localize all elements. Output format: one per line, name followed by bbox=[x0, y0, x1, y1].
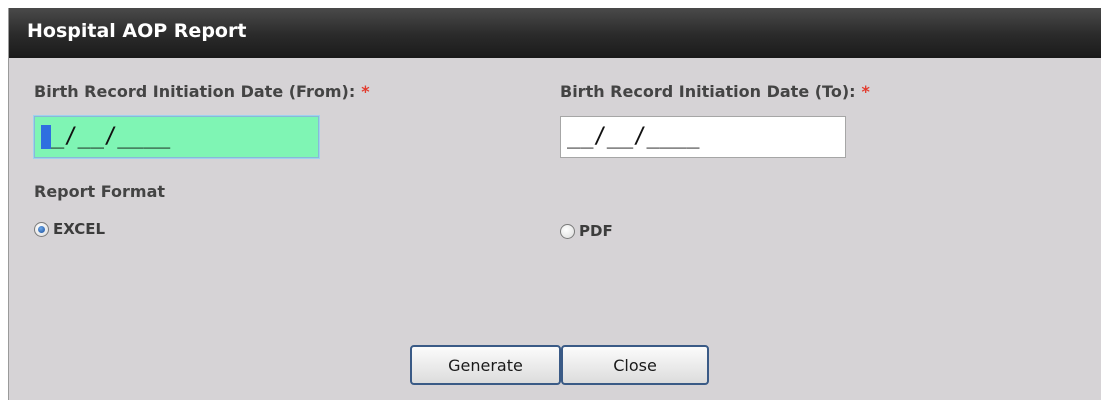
generate-button[interactable]: Generate bbox=[410, 345, 561, 385]
close-button[interactable]: Close bbox=[561, 345, 709, 385]
radio-pdf-label: PDF bbox=[579, 222, 613, 240]
to-date-required-star: * bbox=[861, 82, 870, 101]
title-bar: Hospital AOP Report bbox=[9, 8, 1101, 58]
radio-pdf-option[interactable]: PDF bbox=[560, 222, 613, 240]
radio-selected-dot bbox=[38, 225, 45, 233]
from-date-mask: _/__/____ bbox=[51, 124, 171, 149]
from-date-label-text: Birth Record Initiation Date (From): bbox=[34, 82, 356, 101]
radio-pdf[interactable] bbox=[560, 223, 575, 239]
report-dialog: Hospital AOP Report Birth Record Initiat… bbox=[8, 8, 1101, 400]
to-date-input[interactable]: __/__/____ bbox=[560, 116, 846, 158]
report-format-label: Report Format bbox=[34, 182, 166, 201]
radio-excel-label: EXCEL bbox=[53, 220, 106, 238]
to-date-label: Birth Record Initiation Date (To): * bbox=[560, 82, 870, 101]
to-date-mask: __/__/____ bbox=[567, 124, 700, 149]
from-date-required-star: * bbox=[361, 82, 370, 101]
dialog-title: Hospital AOP Report bbox=[27, 20, 247, 42]
radio-excel[interactable] bbox=[34, 221, 49, 237]
from-date-label: Birth Record Initiation Date (From): * bbox=[34, 82, 370, 101]
to-date-label-text: Birth Record Initiation Date (To): bbox=[560, 82, 856, 101]
from-date-input[interactable]: _/__/____ bbox=[34, 116, 319, 158]
text-caret bbox=[41, 125, 51, 149]
radio-excel-option[interactable]: EXCEL bbox=[34, 220, 105, 238]
